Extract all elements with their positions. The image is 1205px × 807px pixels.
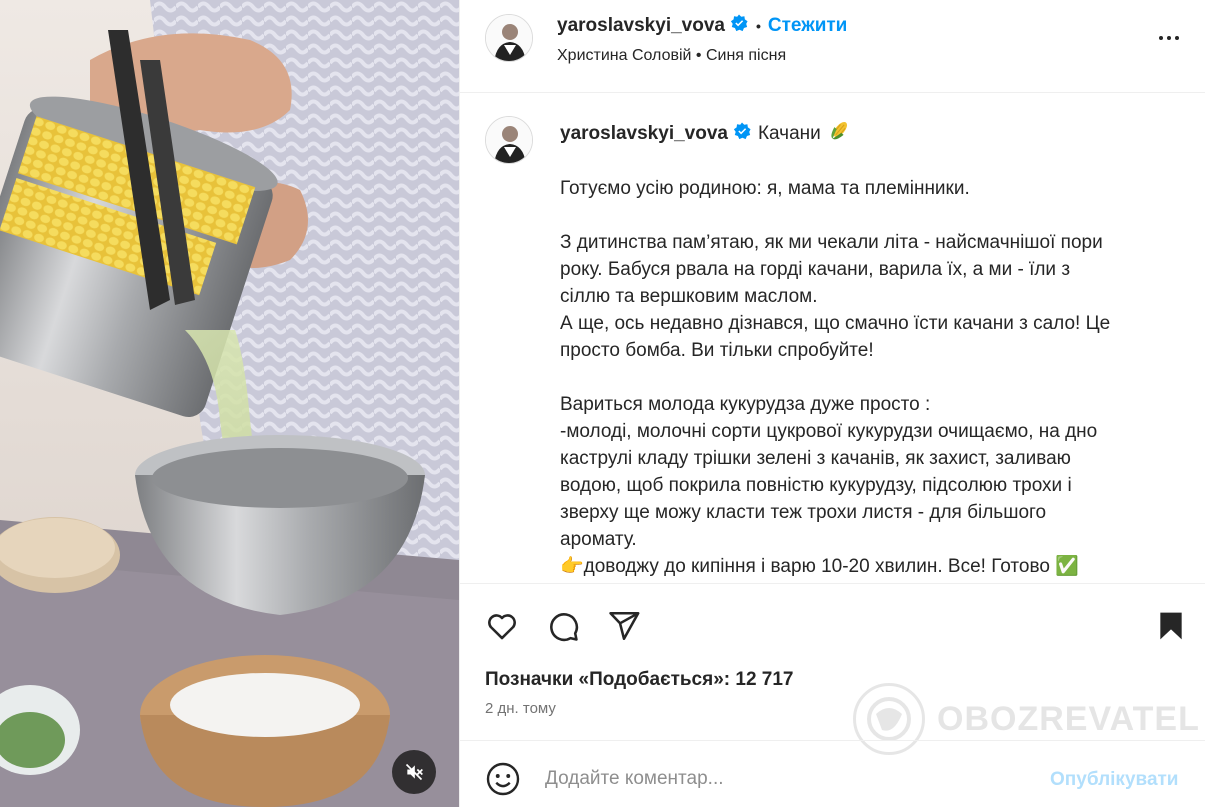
caption-line: Готуємо усію родиною: я, мама та племінн… <box>560 178 970 199</box>
avatar[interactable] <box>485 14 533 62</box>
caption-line: зверху ще можу класти теж трохи листя - … <box>560 502 1047 523</box>
likes-count[interactable]: Позначки «Подобається»: 12 717 <box>485 669 794 691</box>
mute-button[interactable] <box>392 750 436 794</box>
caption-title: Качани <box>757 123 821 144</box>
caption-heading: yaroslavskyi_vova Качани <box>560 119 851 149</box>
publish-button[interactable]: Опублікувати <box>1050 769 1179 791</box>
caption-text: Готуємо усію родиною: я, мама та племінн… <box>560 175 1170 580</box>
video-frame <box>0 0 459 807</box>
post-panel: yaroslavskyi_vova • Стежити Христина Сол… <box>459 0 1205 807</box>
more-options-icon[interactable] <box>1152 26 1186 50</box>
verified-badge-icon <box>733 122 751 146</box>
header-user-row: yaroslavskyi_vova • Стежити <box>557 14 847 38</box>
post-media[interactable] <box>0 0 459 807</box>
emoji-icon[interactable] <box>485 761 521 797</box>
comment-bar: Опублікувати <box>460 740 1205 807</box>
separator-dot: • <box>755 18 761 34</box>
caption-line: року. Бабуся рвала на горді качани, вари… <box>560 259 1071 280</box>
caption-line: Вариться молода кукурудза дуже просто : <box>560 394 931 415</box>
send-icon[interactable] <box>604 606 644 646</box>
bookmark-icon[interactable] <box>1151 606 1191 646</box>
comment-icon[interactable] <box>543 606 583 646</box>
heart-icon[interactable] <box>482 606 522 646</box>
verified-badge-icon <box>730 14 748 38</box>
post-header: yaroslavskyi_vova • Стежити Христина Сол… <box>460 0 1205 93</box>
caption-avatar[interactable] <box>485 116 533 164</box>
avatar-image <box>486 117 532 163</box>
comment-input[interactable] <box>545 759 1025 799</box>
caption-line: водою, щоб покрила повністю кукурудзу, п… <box>560 475 1072 496</box>
caption-line: сіллю та вершковим маслом. <box>560 286 818 307</box>
caption-area[interactable]: yaroslavskyi_vova Качани Готуємо усію ро… <box>460 93 1205 583</box>
caption-line: аромату. <box>560 529 637 550</box>
caption-line: 👉доводжу до кипіння і варю 10-20 хвилин.… <box>560 556 1079 577</box>
caption-line: З дитинства пам’ятаю, як ми чекали літа … <box>560 232 1103 253</box>
corn-emoji-icon <box>827 119 851 149</box>
caption-line: каструлі кладу трішки зелені з качанів, … <box>560 448 1071 469</box>
audio-link[interactable]: Христина Соловій • Синя пісня <box>557 47 786 65</box>
caption-line <box>560 202 1170 229</box>
watermark-text: OBOZREVATEL <box>937 699 1200 738</box>
caption-username[interactable]: yaroslavskyi_vova <box>560 123 728 145</box>
avatar-image <box>486 15 532 61</box>
caption-line: просто бомба. Ви тільки спробуйте! <box>560 340 874 361</box>
caption-line: А ще, ось недавно дізнався, що смачно їс… <box>560 313 1111 334</box>
action-bar <box>460 583 1205 663</box>
caption-line: -молоді, молочні сорти цукрової кукурудз… <box>560 421 1098 442</box>
post-time[interactable]: 2 дн. тому <box>485 700 556 717</box>
follow-button[interactable]: Стежити <box>768 15 847 37</box>
caption-line <box>560 364 1170 391</box>
username-link[interactable]: yaroslavskyi_vova <box>557 15 725 37</box>
sound-off-icon <box>405 763 423 781</box>
